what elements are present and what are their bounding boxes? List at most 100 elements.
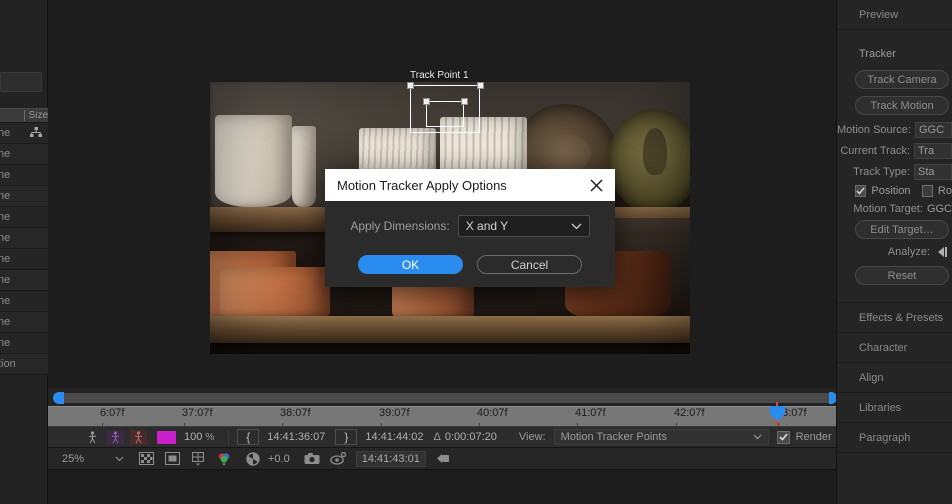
close-icon[interactable] <box>587 176 605 194</box>
application-window: Size ne ne ne ne ne ne ne ne ne ne ne tion Track Po… <box>0 0 952 504</box>
timeline-tick-label: 40:07f <box>477 407 508 419</box>
project-row[interactable]: ne <box>0 144 48 165</box>
project-row-label: ne <box>0 148 11 160</box>
track-type-value[interactable]: Sta <box>914 164 952 180</box>
in-point-timecode[interactable]: 14:41:36:07 <box>267 431 325 443</box>
panel-tab-align[interactable]: Align <box>837 363 952 393</box>
project-row[interactable]: ne <box>0 291 48 312</box>
timeline-tick-label: 37:07f <box>182 407 213 419</box>
panel-tab-preview[interactable]: Preview <box>837 0 952 30</box>
tracker-options-row: Position Ro <box>837 185 952 197</box>
apply-dimensions-select[interactable]: X and Y <box>457 215 590 237</box>
rotation-checkbox[interactable] <box>921 185 933 197</box>
view-mode-select[interactable]: Motion Tracker Points <box>553 429 769 445</box>
project-row[interactable]: ne <box>0 333 48 354</box>
track-handle-tr[interactable] <box>477 82 484 89</box>
exposure-value[interactable]: +0.0 <box>268 453 290 465</box>
motion-target-row: Motion Target: GGC <box>837 203 952 215</box>
position-checkbox[interactable] <box>855 185 867 197</box>
chevron-down-icon <box>753 434 762 440</box>
project-row-label: ne <box>0 337 11 349</box>
snapshot-camera-icon[interactable] <box>304 451 321 466</box>
opacity-value[interactable]: 100 <box>184 431 202 443</box>
edit-target-button[interactable]: Edit Target… <box>855 220 949 239</box>
timeline-ruler[interactable]: 6:07f 37:07f 38:07f 39:07f 40:07f 41:07f 42:07… <box>48 406 886 428</box>
transparency-grid-icon[interactable] <box>138 451 155 466</box>
current-track-value[interactable]: Tra <box>914 143 952 159</box>
project-row[interactable]: ne <box>0 228 48 249</box>
frame-blend-icon[interactable] <box>107 429 124 445</box>
out-point-timecode[interactable]: 14:41:44:02 <box>365 431 423 443</box>
channel-color-icon[interactable] <box>216 451 233 466</box>
show-snapshot-eye-icon[interactable] <box>329 451 347 466</box>
timeline-tick-label: 41:07f <box>575 407 606 419</box>
motion-blur-active-icon[interactable] <box>130 429 147 445</box>
current-track-label: Current Track: <box>840 145 910 157</box>
parent-hierarchy-icon[interactable] <box>30 127 42 141</box>
zoom-level-select[interactable]: 25% <box>58 451 128 467</box>
motion-target-value: GGC <box>926 203 952 215</box>
layer-switch-bar: 100 % { 14:41:36:07 } 14:41:44:02 Δ 0:00… <box>48 426 836 448</box>
ok-button[interactable]: OK <box>358 255 463 274</box>
timeline-tick-label: 42:07f <box>674 407 705 419</box>
panel-tab-character[interactable]: Character <box>837 333 952 363</box>
column-header-size: Size <box>28 110 48 121</box>
motion-tracker-apply-dialog: Motion Tracker Apply Options Apply Dimen… <box>325 169 615 287</box>
apply-dimensions-label: Apply Dimensions: <box>350 219 450 233</box>
motion-source-label: Motion Source: <box>837 124 911 136</box>
grid-guides-icon[interactable] <box>190 451 207 466</box>
project-row-label: ne <box>0 169 11 181</box>
apply-dimensions-value: X and Y <box>465 219 509 233</box>
project-column-header: Size <box>0 108 48 123</box>
rotation-label: Ro <box>937 185 952 197</box>
project-row-list: ne ne ne ne ne ne ne ne ne ne ne tion <box>0 123 48 375</box>
project-row-label: ne <box>0 211 11 223</box>
reset-button[interactable]: Reset <box>855 266 949 285</box>
project-row[interactable]: ne <box>0 270 48 291</box>
track-handle-inner-tr[interactable] <box>461 98 468 105</box>
timeline-tick-label: 38:07f <box>280 407 311 419</box>
region-of-interest-icon[interactable] <box>164 451 181 466</box>
track-feature-region[interactable] <box>426 101 464 127</box>
project-row[interactable]: ne <box>0 249 48 270</box>
track-camera-button[interactable]: Track Camera <box>855 70 949 89</box>
fast-preview-icon[interactable] <box>436 451 453 466</box>
chevron-down-icon <box>115 456 124 461</box>
analyze-label: Analyze: <box>887 246 930 258</box>
analyze-back-icon[interactable] <box>936 246 952 258</box>
project-row[interactable]: ne <box>0 186 48 207</box>
tracker-panel-title: Tracker <box>859 48 896 60</box>
panel-tab-effects-presets[interactable]: Effects & Presets <box>837 303 952 333</box>
project-row-label: ne <box>0 190 11 202</box>
track-type-row: Track Type: Sta <box>837 164 952 180</box>
dialog-title-bar: Motion Tracker Apply Options <box>325 169 615 201</box>
panel-tab-paragraph[interactable]: Paragraph <box>837 423 952 453</box>
duration-symbol: Δ <box>433 431 441 443</box>
project-row[interactable]: ne <box>0 165 48 186</box>
project-row[interactable]: ne <box>0 207 48 228</box>
label-color-swatch[interactable] <box>157 430 176 444</box>
chevron-down-icon <box>571 223 582 229</box>
track-handle-inner-tl[interactable] <box>423 98 430 105</box>
current-timecode[interactable]: 14:41:43:01 <box>355 450 426 467</box>
motion-blur-icon[interactable] <box>84 430 101 445</box>
timeline-scrollbar[interactable] <box>53 393 836 403</box>
in-point-icon[interactable]: { <box>237 429 260 445</box>
project-row[interactable]: tion <box>0 354 48 375</box>
track-handle-tl[interactable] <box>407 82 414 89</box>
motion-source-value[interactable]: GGC <box>914 122 952 138</box>
opacity-unit: % <box>205 431 215 443</box>
timeline-tick-label: 6:07f <box>100 407 125 419</box>
timeline-scroll-left-handle[interactable] <box>53 392 64 404</box>
track-motion-button[interactable]: Track Motion <box>855 96 949 115</box>
project-row[interactable]: ne <box>0 123 48 144</box>
render-checkbox[interactable] <box>776 430 790 444</box>
project-search-input[interactable] <box>0 72 42 92</box>
track-type-label: Track Type: <box>853 166 910 178</box>
out-point-icon[interactable]: } <box>335 429 358 445</box>
project-row[interactable]: ne <box>0 312 48 333</box>
panel-tab-libraries[interactable]: Libraries <box>837 393 952 423</box>
cancel-button[interactable]: Cancel <box>477 255 582 274</box>
exposure-icon[interactable] <box>244 451 261 466</box>
project-row-label: ne <box>0 295 11 307</box>
